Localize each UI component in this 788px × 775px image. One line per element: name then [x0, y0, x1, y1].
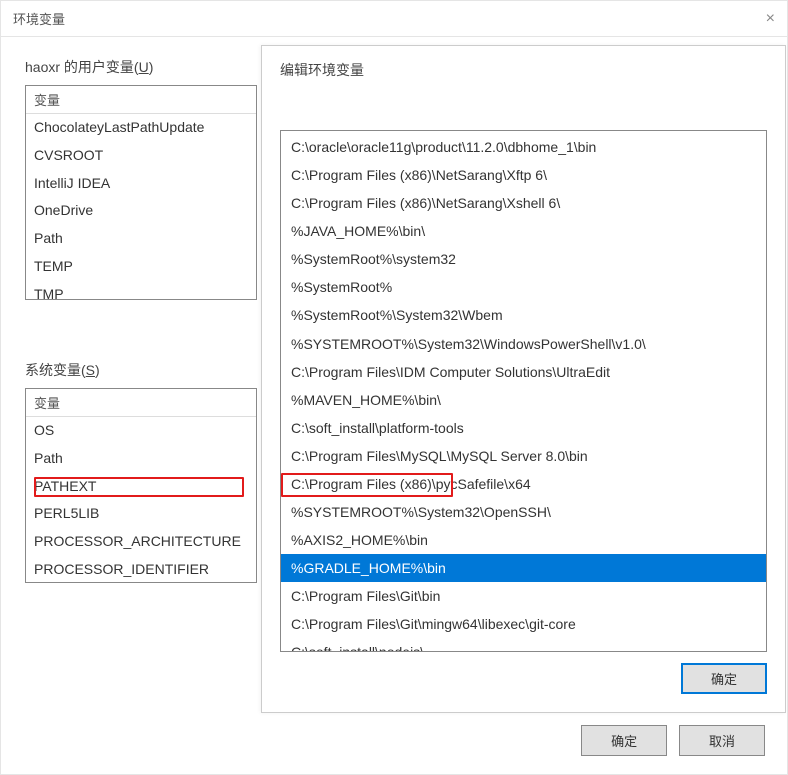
path-entry-item[interactable]: C:\Program Files (x86)\NetSarang\Xftp 6\ — [281, 161, 766, 189]
path-entry-item[interactable]: C:\oracle\oracle11g\product\11.2.0\dbhom… — [281, 133, 766, 161]
column-header[interactable]: 变量 — [26, 389, 256, 417]
user-var-item[interactable]: TMP — [26, 281, 256, 300]
column-header[interactable]: 变量 — [26, 86, 256, 114]
close-icon[interactable]: × — [766, 10, 775, 28]
path-entry-item[interactable]: C:\Program Files\IDM Computer Solutions\… — [281, 358, 766, 386]
dialog-title: 环境变量 — [13, 9, 65, 28]
main-dialog-buttons: 确定 取消 — [573, 725, 765, 756]
path-entry-item[interactable]: C:\Program Files\Git\mingw64\libexec\git… — [281, 610, 766, 638]
path-entry-item[interactable]: %MAVEN_HOME%\bin\ — [281, 386, 766, 414]
edit-dialog-title: 编辑环境变量 — [262, 46, 785, 80]
path-entry-item[interactable]: %GRADLE_HOME%\bin — [281, 554, 766, 582]
user-var-item[interactable]: ChocolateyLastPathUpdate — [26, 114, 256, 142]
cancel-button[interactable]: 取消 — [679, 725, 765, 756]
user-vars-listbox[interactable]: 变量 ChocolateyLastPathUpdateCVSROOTIntell… — [25, 85, 257, 300]
path-entry-item[interactable]: C:\soft_install\platform-tools — [281, 414, 766, 442]
sys-var-item[interactable]: Path — [26, 445, 256, 473]
sys-var-item[interactable]: PATHEXT — [26, 473, 256, 501]
sys-var-item[interactable]: OS — [26, 417, 256, 445]
edit-dialog-buttons: 确定 — [673, 663, 767, 694]
path-entry-item[interactable]: C:\Program Files (x86)\NetSarang\Xshell … — [281, 189, 766, 217]
path-entry-item[interactable]: C:\Program Files (x86)\pycSafefile\x64 — [281, 470, 766, 498]
path-entry-item[interactable]: %JAVA_HOME%\bin\ — [281, 217, 766, 245]
path-entry-item[interactable]: %SystemRoot%\System32\Wbem — [281, 301, 766, 329]
sys-var-item[interactable]: PROCESSOR_IDENTIFIER — [26, 556, 256, 583]
user-var-item[interactable]: Path — [26, 225, 256, 253]
path-entries-listbox[interactable]: C:\oracle\oracle11g\product\11.2.0\dbhom… — [280, 130, 767, 652]
sys-var-item[interactable]: PROCESSOR_ARCHITECTURE — [26, 528, 256, 556]
edit-env-var-dialog: 编辑环境变量 C:\oracle\oracle11g\product\11.2.… — [261, 45, 786, 713]
path-entry-item[interactable]: %AXIS2_HOME%\bin — [281, 526, 766, 554]
path-entry-item[interactable]: C:\Program Files\Git\bin — [281, 582, 766, 610]
path-entry-item[interactable]: %SYSTEMROOT%\System32\OpenSSH\ — [281, 498, 766, 526]
path-entry-item[interactable]: C:\soft_install\nodejs\ — [281, 638, 766, 652]
path-entry-item[interactable]: %SYSTEMROOT%\System32\WindowsPowerShell\… — [281, 330, 766, 358]
env-vars-dialog: 环境变量 × haoxr 的用户变量(U) 变量 ChocolateyLastP… — [0, 0, 788, 775]
path-entry-item[interactable]: %SystemRoot%\system32 — [281, 245, 766, 273]
path-entry-item[interactable]: %SystemRoot% — [281, 273, 766, 301]
path-entry-item[interactable]: C:\Program Files\MySQL\MySQL Server 8.0\… — [281, 442, 766, 470]
ok-button[interactable]: 确定 — [581, 725, 667, 756]
edit-ok-button[interactable]: 确定 — [681, 663, 767, 694]
titlebar: 环境变量 × — [1, 1, 787, 37]
system-vars-listbox[interactable]: 变量 OSPathPATHEXTPERL5LIBPROCESSOR_ARCHIT… — [25, 388, 257, 583]
user-var-item[interactable]: TEMP — [26, 253, 256, 281]
user-var-item[interactable]: OneDrive — [26, 197, 256, 225]
user-var-item[interactable]: CVSROOT — [26, 142, 256, 170]
sys-var-item[interactable]: PERL5LIB — [26, 500, 256, 528]
user-var-item[interactable]: IntelliJ IDEA — [26, 170, 256, 198]
